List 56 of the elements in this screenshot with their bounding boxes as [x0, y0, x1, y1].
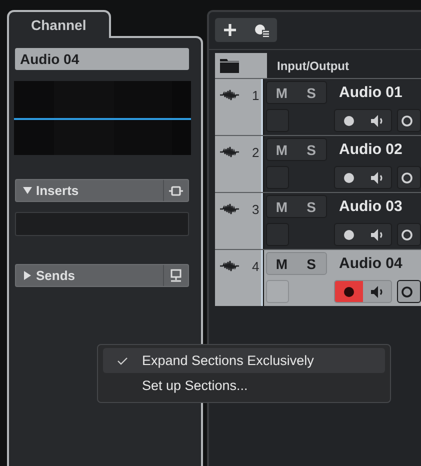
monitor-icon[interactable]: [170, 269, 182, 282]
circle-icon: [401, 172, 413, 184]
menu-item[interactable]: Expand Sections Exclusively: [103, 348, 385, 373]
track-row[interactable]: 4 M S Audio 04: [215, 249, 421, 306]
track-name: Audio 01: [339, 84, 402, 101]
edit-button[interactable]: [397, 109, 421, 132]
mute-button[interactable]: M: [267, 196, 296, 217]
folder-icon[interactable]: [220, 58, 239, 73]
circle-icon: [401, 228, 413, 240]
plugin-icon[interactable]: [169, 186, 183, 196]
section-title: Inserts: [35, 183, 80, 198]
track-number: 4: [252, 259, 260, 274]
channel-name-field[interactable]: Audio 04: [15, 48, 189, 70]
edit-button[interactable]: [397, 166, 421, 189]
solo-button[interactable]: S: [296, 139, 326, 160]
waveform-icon: [220, 202, 240, 216]
speaker-icon: [370, 172, 384, 184]
track-number: 2: [252, 145, 260, 160]
solo-button[interactable]: S: [296, 196, 326, 217]
record-icon: [344, 172, 354, 182]
section-header[interactable]: Inserts: [15, 179, 189, 202]
solo-button[interactable]: S: [296, 253, 326, 274]
edit-button[interactable]: [397, 223, 421, 246]
track-number: 1: [252, 88, 260, 103]
circle-icon: [401, 114, 413, 126]
record-button[interactable]: [335, 281, 363, 302]
speaker-icon: [370, 228, 384, 240]
mute-button[interactable]: M: [267, 82, 296, 103]
waveform-icon: [220, 259, 240, 273]
track-row[interactable]: 3 M S Audio 03: [215, 192, 421, 249]
speaker-icon: [370, 114, 384, 126]
solo-button[interactable]: S: [296, 82, 326, 103]
edit-button[interactable]: [397, 280, 421, 303]
record-icon: [344, 116, 354, 126]
record-icon: [344, 286, 354, 296]
track-color-button[interactable]: [266, 280, 289, 303]
mute-button[interactable]: M: [267, 139, 296, 160]
waveform-icon: [220, 88, 240, 102]
layers-icon[interactable]: [254, 24, 269, 36]
track-name: Audio 02: [339, 141, 402, 158]
plus-icon[interactable]: [223, 23, 238, 37]
track-row[interactable]: 2 M S Audio 02: [215, 135, 421, 192]
column-header: Input/Output: [277, 58, 349, 72]
speaker-icon: [370, 286, 384, 298]
circle-icon: [401, 286, 413, 298]
menu-item[interactable]: Set up Sections...: [103, 373, 385, 398]
track-number: 3: [252, 202, 260, 217]
section-title: Sends: [35, 268, 76, 283]
mute-button[interactable]: M: [267, 253, 296, 274]
channel-tab[interactable]: Channel: [7, 10, 111, 38]
section-header[interactable]: Sends: [15, 264, 189, 287]
track-row[interactable]: 1 M S Audio 01: [215, 78, 421, 135]
track-name: Audio 04: [339, 255, 402, 272]
waveform-icon: [220, 145, 240, 159]
record-icon: [344, 230, 354, 240]
track-name: Audio 03: [339, 198, 402, 215]
